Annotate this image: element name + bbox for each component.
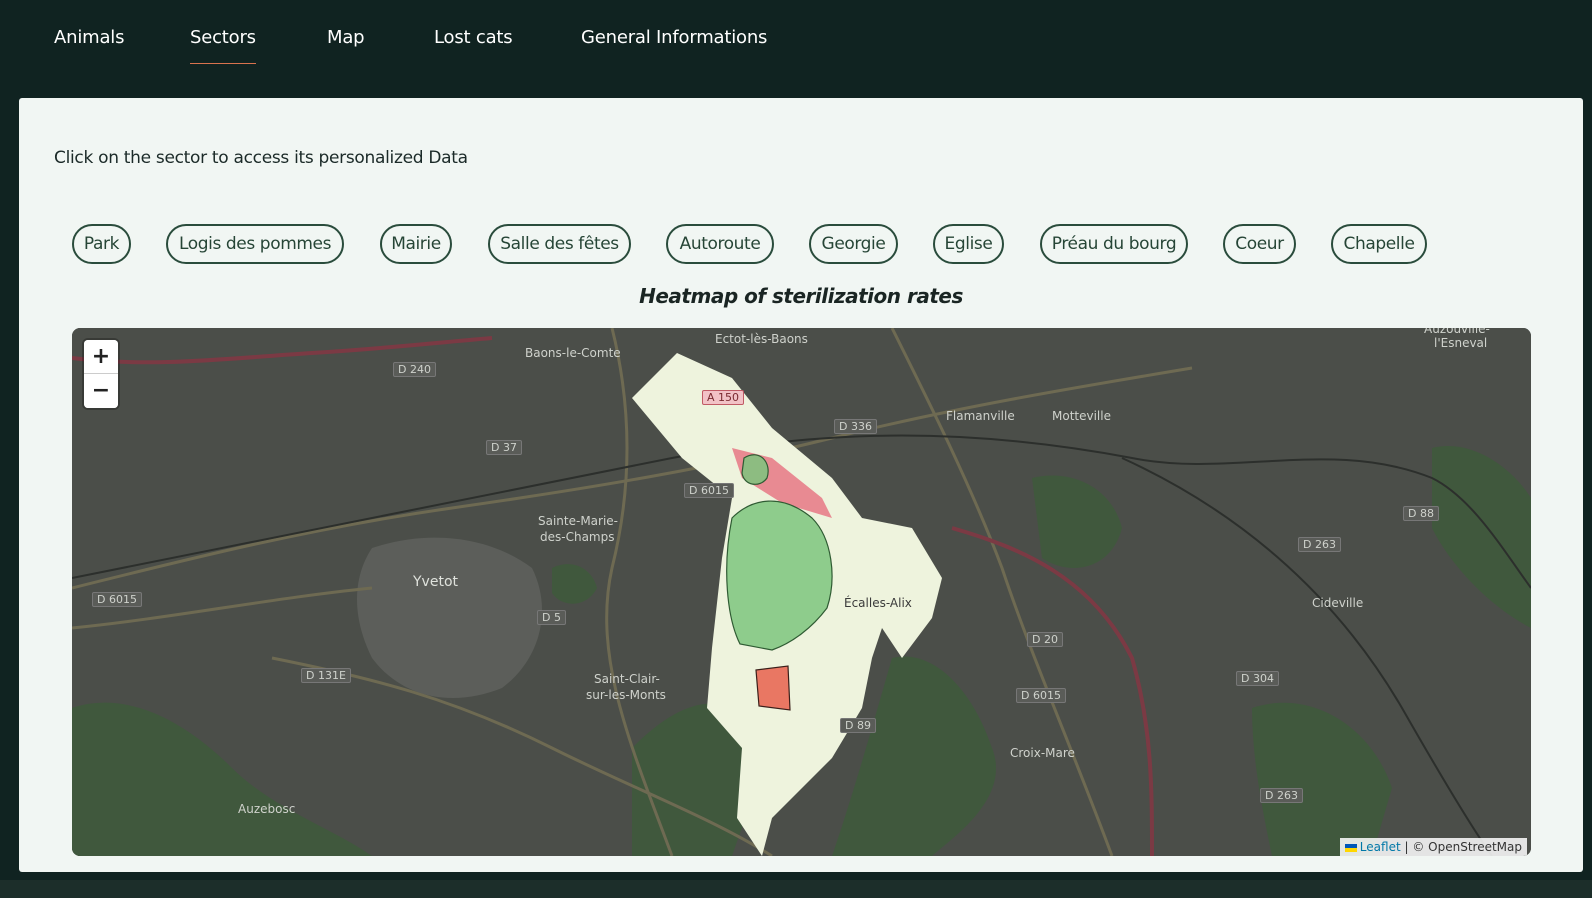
heatmap-title: Heatmap of sterilization rates (639, 284, 963, 308)
place-label: l'Esneval (1434, 336, 1488, 350)
place-label: Saint-Clair- (594, 672, 660, 686)
osm-attribution: | © OpenStreetMap (1404, 840, 1522, 854)
road-label: D 263 (1298, 537, 1341, 552)
place-label: des-Champs (540, 530, 615, 544)
bottom-bar (0, 880, 1592, 898)
sector-chip-autoroute[interactable]: Autoroute (666, 224, 774, 264)
road-label: D 336 (834, 419, 877, 434)
zoom-out-button[interactable]: − (84, 374, 118, 408)
sector-chip-preau-du-bourg[interactable]: Préau du bourg (1040, 224, 1188, 264)
sector-chip-logis-des-pommes[interactable]: Logis des pommes (166, 224, 344, 264)
instruction-text: Click on the sector to access its person… (54, 148, 468, 168)
road-label: D 263 (1260, 788, 1303, 803)
place-label: Flamanville (946, 409, 1015, 423)
road-label: D 131E (301, 668, 351, 683)
place-label: Yvetot (413, 574, 458, 590)
place-label: Ectot-lès-Baons (715, 332, 808, 346)
nav-sectors[interactable]: Sectors (190, 27, 256, 64)
sector-chip-georgie[interactable]: Georgie (809, 224, 898, 264)
road-label: D 304 (1236, 671, 1279, 686)
map-attribution: Leaflet | © OpenStreetMap (1339, 838, 1527, 856)
map-tiles (72, 328, 1531, 856)
sector-chip-salle-des-fetes[interactable]: Salle des fêtes (488, 224, 631, 264)
zoom-in-button[interactable]: + (84, 340, 118, 374)
place-label: Sainte-Marie- (538, 514, 619, 528)
road-label: D 89 (840, 718, 876, 733)
sectors-panel: Click on the sector to access its person… (19, 98, 1583, 872)
top-navigation: Animals Sectors Map Lost cats General In… (0, 0, 1592, 96)
nav-map[interactable]: Map (327, 27, 365, 48)
place-label: Cideville (1312, 596, 1364, 610)
road-label: D 20 (1027, 632, 1063, 647)
ukraine-flag-icon (1344, 843, 1357, 852)
sector-chip-park[interactable]: Park (72, 224, 131, 264)
nav-general-informations[interactable]: General Informations (581, 27, 767, 48)
nav-lost-cats[interactable]: Lost cats (434, 27, 513, 48)
road-label: D 240 (393, 362, 436, 377)
place-label: sur-les-Monts (586, 688, 666, 702)
road-label: D 5 (537, 610, 566, 625)
road-label: D 6015 (92, 592, 142, 607)
place-label: Auzebosc (238, 802, 296, 816)
road-label: D 6015 (684, 483, 734, 498)
road-label: D 37 (486, 440, 522, 455)
leaflet-link[interactable]: Leaflet (1360, 840, 1401, 854)
sector-chip-eglise[interactable]: Eglise (933, 224, 1004, 264)
place-label: Baons-le-Comte (525, 346, 621, 360)
road-label: D 88 (1403, 506, 1439, 521)
place-label: Motteville (1052, 409, 1111, 423)
nav-animals[interactable]: Animals (54, 27, 124, 48)
sector-chip-mairie[interactable]: Mairie (380, 224, 452, 264)
place-label: Auzouville- (1424, 328, 1490, 336)
sector-chip-chapelle[interactable]: Chapelle (1331, 224, 1427, 264)
zoom-control: + − (84, 340, 118, 408)
place-label: Croix-Mare (1010, 746, 1075, 760)
road-label: D 6015 (1016, 688, 1066, 703)
sector-chip-coeur[interactable]: Coeur (1223, 224, 1296, 264)
place-label: Écalles-Alix (844, 596, 912, 610)
sterilization-heatmap-map[interactable]: Ectot-lès-Baons Baons-le-Comte Flamanvil… (72, 328, 1531, 856)
road-label: A 150 (702, 390, 745, 405)
